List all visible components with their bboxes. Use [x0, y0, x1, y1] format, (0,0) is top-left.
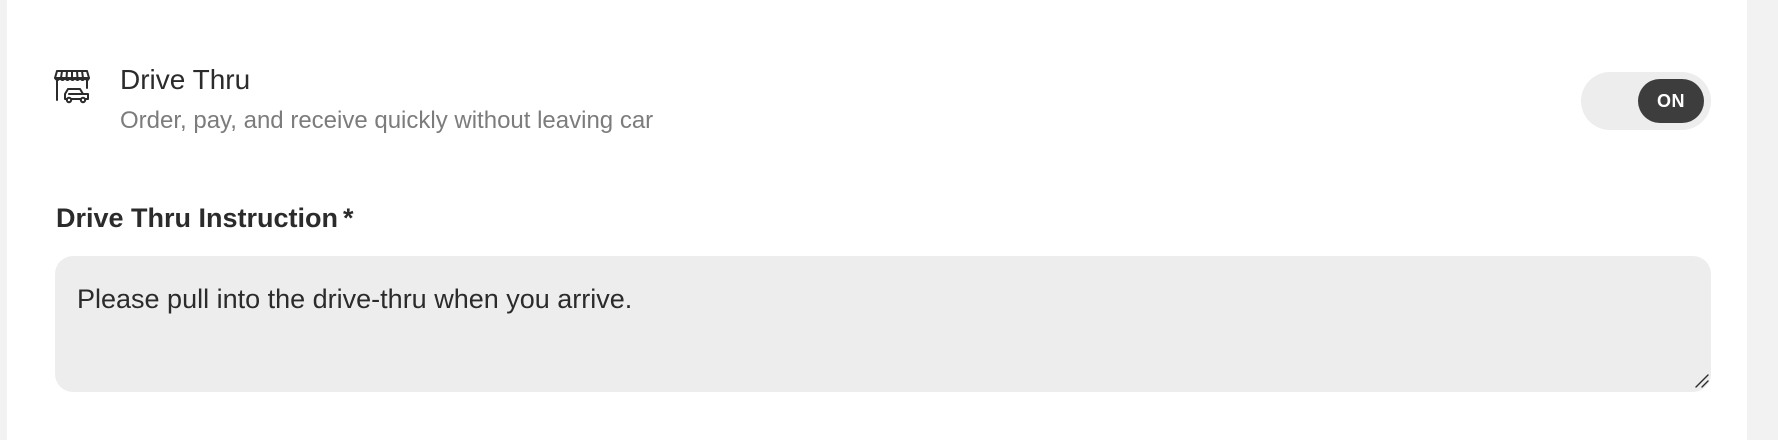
drive-thru-title: Drive Thru	[120, 64, 251, 95]
instruction-textarea-value: Please pull into the drive-thru when you…	[77, 284, 633, 314]
drive-thru-option: Drive Thru Order, pay, and receive quick…	[49, 60, 1711, 140]
drive-thru-description: Order, pay, and receive quickly without …	[120, 107, 654, 134]
required-marker: *	[343, 203, 354, 233]
drive-thru-icon	[53, 66, 91, 104]
instruction-textarea[interactable]: Please pull into the drive-thru when you…	[55, 256, 1711, 392]
resize-handle-icon[interactable]	[1693, 372, 1709, 388]
page: Drive Thru Order, pay, and receive quick…	[0, 0, 1778, 440]
toggle-knob: ON	[1638, 79, 1704, 123]
settings-card: Drive Thru Order, pay, and receive quick…	[7, 0, 1747, 440]
drive-thru-toggle[interactable]: ON	[1581, 72, 1711, 130]
instruction-label: Drive Thru Instruction *	[56, 201, 354, 235]
instruction-label-text: Drive Thru Instruction	[56, 203, 339, 233]
scroll-gutter	[1747, 0, 1778, 440]
